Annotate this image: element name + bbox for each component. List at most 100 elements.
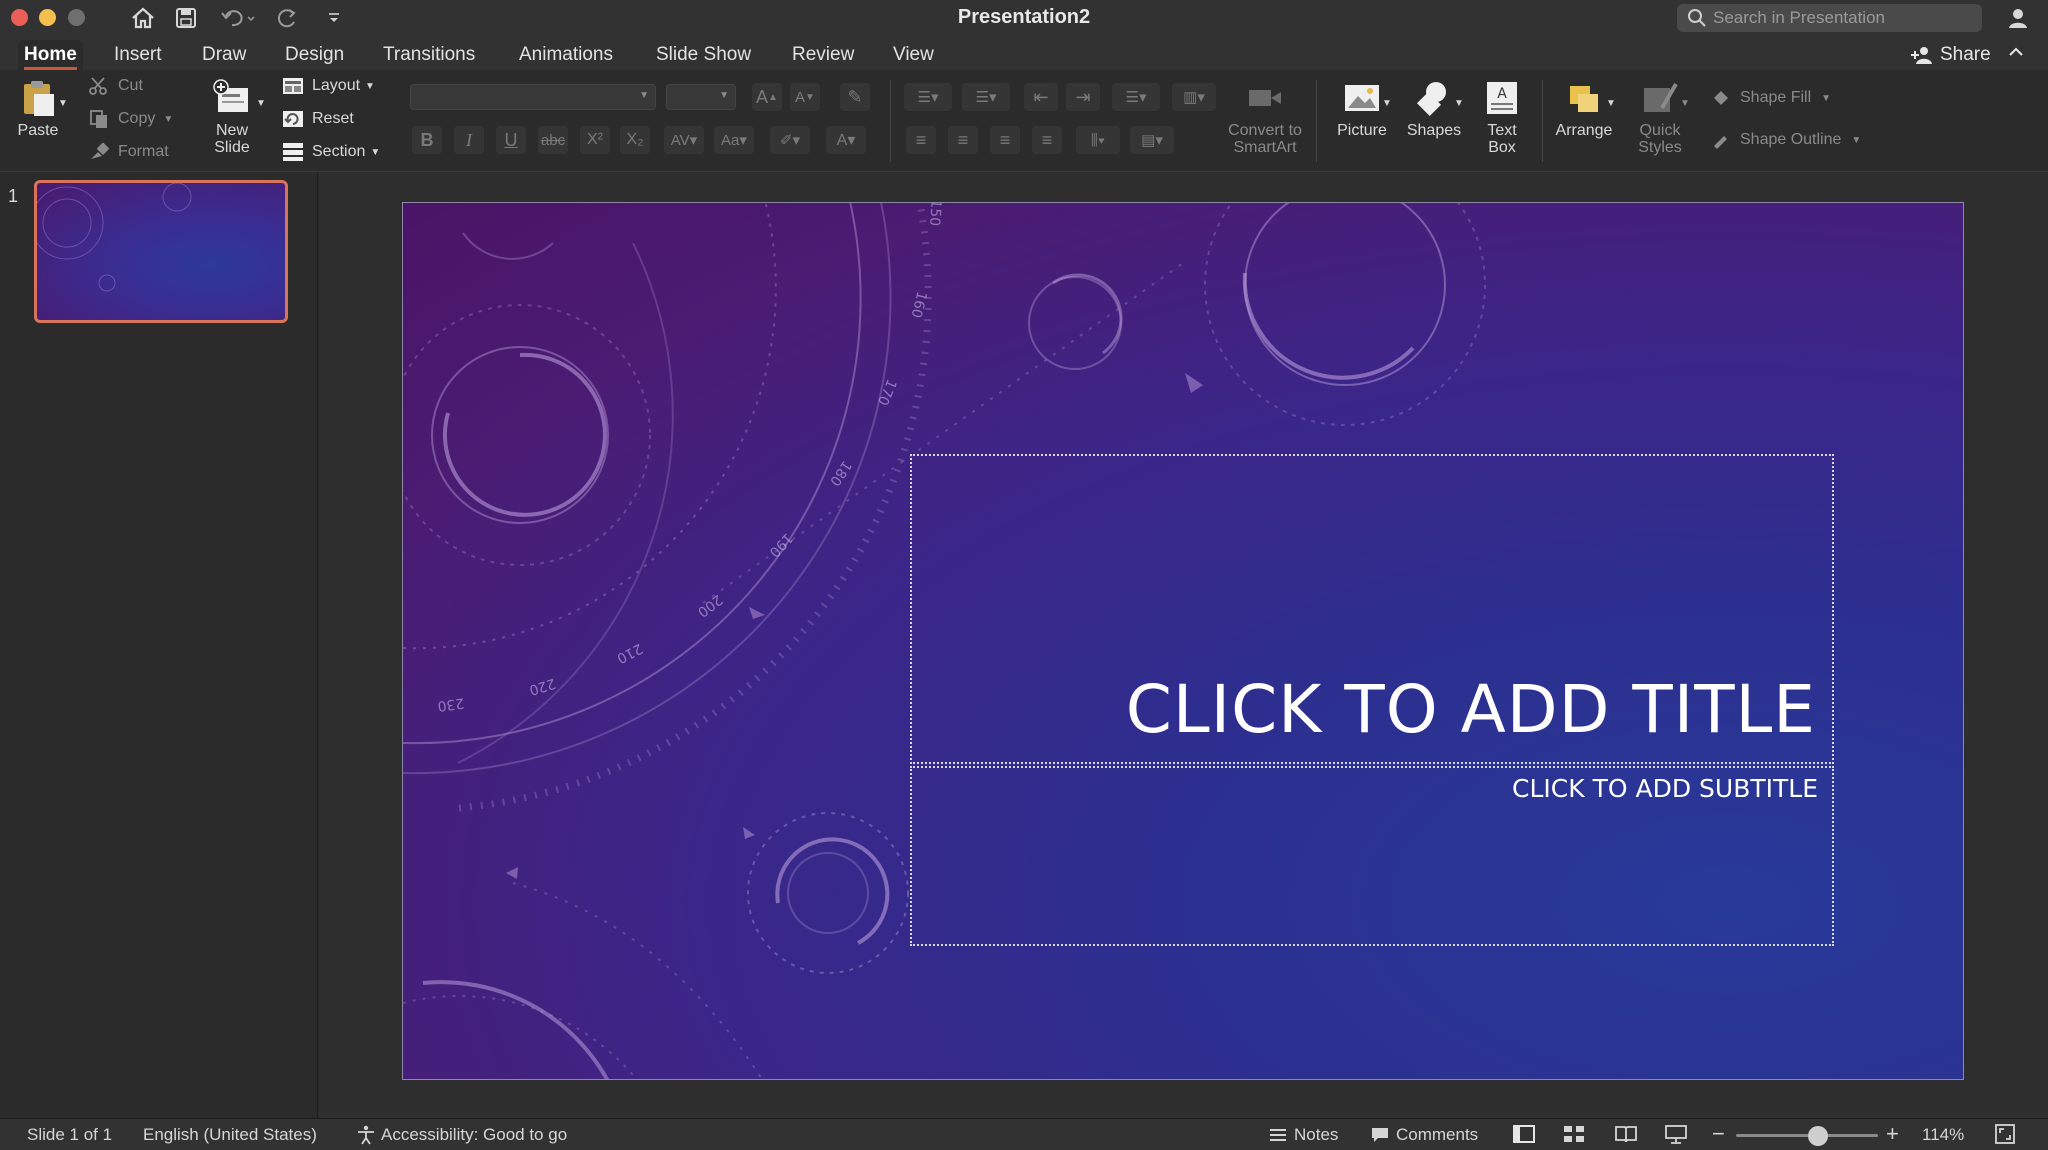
zoom-out-button[interactable]: −	[1712, 1121, 1725, 1147]
tab-slide-show[interactable]: Slide Show	[650, 40, 757, 70]
section-dropdown-icon: ▼	[370, 146, 381, 158]
normal-view-button[interactable]	[1512, 1123, 1536, 1145]
shape-fill-dropdown-icon: ▼	[1821, 92, 1832, 104]
text-box-label-line2: Box	[1488, 139, 1516, 156]
redo-icon[interactable]	[274, 4, 302, 32]
italic-button[interactable]: I	[454, 126, 484, 154]
arrange-label: Arrange	[1555, 122, 1613, 139]
font-size-dropdown[interactable]: ▼	[666, 84, 736, 110]
picture-dropdown-icon[interactable]: ▼	[1382, 98, 1392, 109]
copy-button[interactable]: Copy ▼	[88, 107, 173, 131]
minimize-window-button[interactable]	[39, 9, 56, 26]
tab-animations[interactable]: Animations	[513, 40, 619, 70]
quick-styles-label-line2: Styles	[1638, 139, 1682, 156]
decrease-indent-icon[interactable]: ⇤	[1024, 83, 1058, 111]
quick-styles-button[interactable]: Quick Styles	[1628, 78, 1692, 156]
search-box[interactable]	[1677, 4, 1982, 32]
highlight-color-icon[interactable]: ✐▾	[770, 126, 810, 154]
accessibility-status[interactable]: Accessibility: Good to go	[355, 1125, 567, 1145]
new-slide-button[interactable]: New Slide	[198, 78, 266, 156]
numbering-icon[interactable]: ☰▾	[962, 83, 1010, 111]
convert-label-line2: SmartArt	[1233, 139, 1297, 156]
layout-label: Layout	[312, 77, 361, 94]
title-placeholder[interactable]: CLICK TO ADD TITLE	[910, 454, 1834, 764]
fit-to-window-button[interactable]	[1994, 1123, 2016, 1145]
zoom-in-button[interactable]: +	[1886, 1121, 1899, 1147]
reset-icon	[283, 111, 303, 127]
superscript-button[interactable]: X²	[580, 126, 610, 154]
bullets-icon[interactable]: ☰▾	[904, 83, 952, 111]
bold-button[interactable]: B	[412, 126, 442, 154]
copy-dropdown-icon[interactable]: ▼	[163, 114, 173, 125]
tab-insert[interactable]: Insert	[108, 40, 168, 70]
reset-button[interactable]: Reset	[282, 107, 354, 131]
search-input[interactable]	[1713, 8, 1963, 28]
tab-draw[interactable]: Draw	[196, 40, 252, 70]
quick-styles-dropdown-icon[interactable]: ▼	[1680, 98, 1690, 109]
clear-formatting-icon[interactable]: ✎	[840, 83, 870, 111]
change-case-icon[interactable]: Aa▾	[714, 126, 754, 154]
tab-design[interactable]: Design	[279, 40, 350, 70]
justify-icon[interactable]: ≡	[1032, 126, 1062, 154]
align-left-icon[interactable]: ≡	[906, 126, 936, 154]
line-spacing-icon[interactable]: ☰▾	[1112, 83, 1160, 111]
language-status[interactable]: English (United States)	[143, 1125, 317, 1145]
align-text-icon[interactable]: ▤▾	[1130, 126, 1174, 154]
home-icon[interactable]	[128, 4, 158, 32]
slide-subtitle: CLICK TO ADD SUBTITLE	[1512, 774, 1818, 803]
shape-outline-button[interactable]: Shape Outline ▼	[1710, 128, 1861, 152]
undo-icon[interactable]	[218, 4, 258, 32]
paste-dropdown-icon[interactable]: ▼	[58, 98, 68, 109]
zoom-percentage[interactable]: 114%	[1922, 1125, 1964, 1145]
save-icon[interactable]	[172, 4, 200, 32]
notes-button[interactable]: Notes	[1268, 1125, 1338, 1145]
convert-to-smartart-button[interactable]: Convert to SmartArt	[1222, 78, 1308, 156]
zoom-slider[interactable]	[1736, 1126, 1878, 1146]
tab-transitions[interactable]: Transitions	[377, 40, 481, 70]
close-window-button[interactable]	[11, 9, 28, 26]
reading-view-button[interactable]	[1614, 1123, 1638, 1145]
strikethrough-button[interactable]: abc	[538, 126, 568, 154]
layout-button[interactable]: Layout ▼	[282, 74, 375, 98]
arrange-dropdown-icon[interactable]: ▼	[1606, 98, 1616, 109]
tab-home[interactable]: Home	[18, 40, 83, 70]
slide[interactable]: 140150160170180190200210220230240250260 …	[402, 202, 1964, 1080]
collapse-ribbon-icon[interactable]	[2008, 45, 2024, 64]
underline-button[interactable]: U	[496, 126, 526, 154]
text-direction-icon[interactable]: ⫼▾	[1076, 126, 1120, 154]
slide-thumbnail[interactable]	[34, 180, 288, 323]
font-color-icon[interactable]: A▾	[826, 126, 866, 154]
increase-indent-icon[interactable]: ⇥	[1066, 83, 1100, 111]
shape-fill-button[interactable]: Shape Fill ▼	[1710, 86, 1831, 110]
tab-view[interactable]: View	[887, 40, 940, 70]
subtitle-placeholder[interactable]: CLICK TO ADD SUBTITLE	[910, 766, 1834, 946]
new-slide-dropdown-icon[interactable]: ▼	[256, 98, 266, 109]
section-button[interactable]: Section ▼	[282, 140, 380, 164]
pen-icon	[1714, 136, 1727, 149]
share-button[interactable]: Share	[1910, 40, 1991, 70]
columns-icon[interactable]: ▥▾	[1172, 83, 1216, 111]
increase-font-size-icon[interactable]: A ▲	[752, 83, 782, 111]
cut-button[interactable]: Cut	[88, 74, 143, 98]
format-painter-button[interactable]: Format	[88, 140, 169, 164]
text-box-button[interactable]: A Text Box	[1474, 78, 1530, 156]
customize-toolbar-icon[interactable]	[322, 4, 346, 32]
tab-review[interactable]: Review	[786, 40, 860, 70]
slide-sorter-button[interactable]	[1562, 1123, 1586, 1145]
new-slide-label-line1: New	[215, 122, 248, 139]
decrease-font-size-icon[interactable]: A ▼	[790, 83, 820, 111]
align-center-icon[interactable]: ≡	[948, 126, 978, 154]
picture-label: Picture	[1337, 122, 1387, 139]
picture-icon	[1345, 85, 1379, 111]
zoom-window-button[interactable]	[68, 9, 85, 26]
subscript-button[interactable]: X₂	[620, 126, 650, 154]
character-spacing-icon[interactable]: AV▾	[664, 126, 704, 154]
zoom-slider-thumb[interactable]	[1808, 1126, 1829, 1146]
shapes-dropdown-icon[interactable]: ▼	[1454, 98, 1464, 109]
shape-fill-label: Shape Fill	[1740, 89, 1812, 106]
align-right-icon[interactable]: ≡	[990, 126, 1020, 154]
slide-show-button[interactable]	[1664, 1123, 1688, 1145]
font-name-dropdown[interactable]: ▼	[410, 84, 656, 110]
comments-button[interactable]: Comments	[1370, 1125, 1478, 1145]
account-icon[interactable]	[2004, 4, 2034, 32]
